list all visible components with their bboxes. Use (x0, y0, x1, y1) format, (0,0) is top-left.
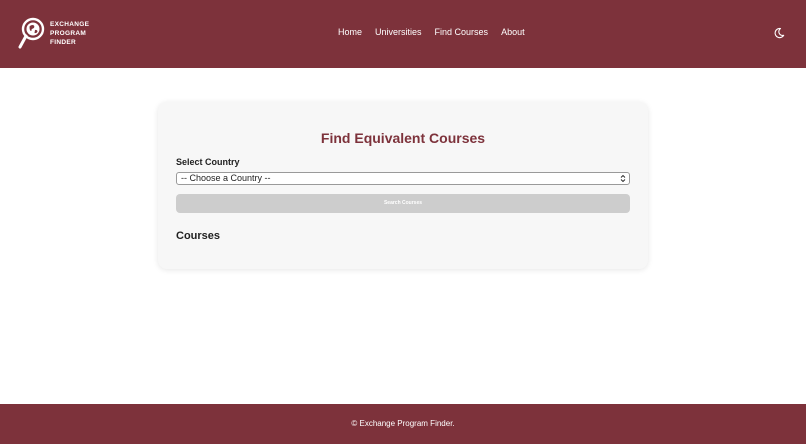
nav-find-courses[interactable]: Find Courses (435, 27, 489, 37)
country-select-value: -- Choose a Country -- (181, 173, 271, 183)
select-arrows-icon (620, 174, 626, 183)
page-title: Find Equivalent Courses (320, 130, 486, 146)
nav-home[interactable]: Home (338, 27, 362, 37)
search-courses-button[interactable]: Search Courses (176, 194, 630, 213)
logo-line-2: PROGRAM (50, 30, 87, 37)
logo-line-1: EXCHANGE (50, 21, 90, 28)
main-nav: Home Universities Find Courses About (338, 27, 525, 37)
logo-line-3: FINDER (50, 39, 76, 46)
find-courses-card: Find Equivalent Courses Select Country -… (158, 102, 648, 269)
courses-heading: Courses (176, 230, 221, 242)
globe-magnifier-logo-icon[interactable] (17, 16, 47, 50)
country-select[interactable]: -- Choose a Country -- (176, 172, 630, 185)
moon-icon[interactable] (773, 27, 785, 39)
nav-universities[interactable]: Universities (375, 27, 422, 37)
site-header: EXCHANGE PROGRAM FINDER Home Universitie… (0, 0, 806, 68)
footer-text: © Exchange Program Finder. (351, 419, 455, 428)
site-footer: © Exchange Program Finder. (0, 404, 806, 444)
logo-text: EXCHANGE PROGRAM FINDER (50, 20, 89, 47)
country-label: Select Country (176, 157, 240, 167)
nav-about[interactable]: About (501, 27, 525, 37)
